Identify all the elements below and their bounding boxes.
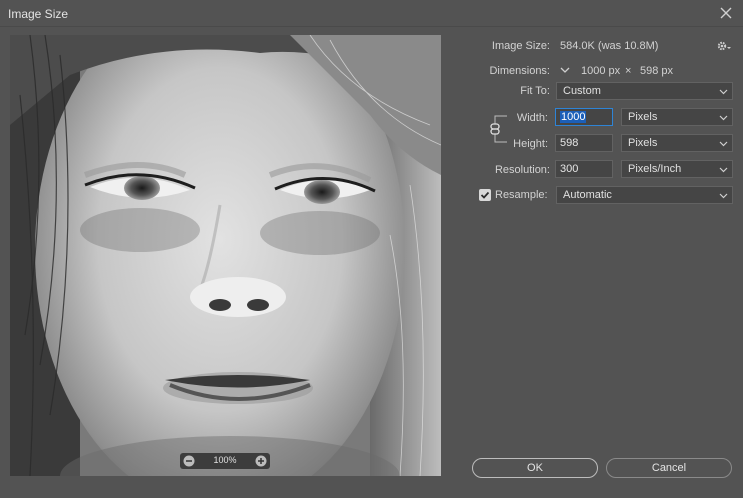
width-input[interactable]: 1000 [555, 108, 613, 126]
width-unit: Pixels [628, 111, 658, 123]
chevron-down-icon [719, 167, 728, 173]
title-bar: Image Size [0, 0, 743, 27]
zoom-in-icon[interactable] [255, 455, 267, 467]
dimensions-width: 1000 px [581, 65, 621, 77]
zoom-level: 100% [213, 455, 237, 465]
chevron-down-icon[interactable] [558, 63, 572, 77]
image-size-value: 584.0K (was 10.8M) [560, 40, 659, 52]
image-preview[interactable] [10, 35, 441, 476]
ok-button[interactable]: OK [472, 458, 598, 478]
checkmark-icon [480, 191, 490, 199]
close-icon[interactable] [717, 4, 735, 22]
resample-value: Automatic [563, 189, 612, 201]
zoom-control: 100% [180, 453, 270, 469]
cancel-button[interactable]: Cancel [606, 458, 732, 478]
gear-icon[interactable] [716, 40, 732, 52]
resolution-value: 300 [560, 163, 579, 175]
fit-to-label: Fit To: [520, 85, 550, 97]
chevron-down-icon [719, 193, 728, 199]
resample-select[interactable]: Automatic [556, 186, 733, 204]
height-unit-select[interactable]: Pixels [621, 134, 733, 152]
resolution-unit-select[interactable]: Pixels/Inch [621, 160, 733, 178]
fit-to-select[interactable]: Custom [556, 82, 733, 100]
resolution-input[interactable]: 300 [555, 160, 613, 178]
fit-to-value: Custom [563, 85, 601, 97]
zoom-out-icon[interactable] [183, 455, 195, 467]
image-size-label: Image Size: [491, 40, 550, 52]
width-unit-select[interactable]: Pixels [621, 108, 733, 126]
height-unit: Pixels [628, 137, 658, 149]
dimensions-times: × [625, 65, 632, 77]
dimensions-label: Dimensions: [489, 65, 550, 77]
window-title: Image Size [8, 7, 69, 21]
resolution-unit: Pixels/Inch [628, 163, 682, 175]
chevron-down-icon [719, 141, 728, 147]
portrait-photo [10, 35, 441, 476]
height-value: 598 [560, 137, 579, 149]
height-label: Height: [513, 138, 548, 150]
width-label: Width: [516, 112, 548, 124]
chevron-down-icon [719, 89, 728, 95]
chevron-down-icon [719, 115, 728, 121]
dimensions-height: 598 px [640, 65, 674, 77]
resolution-label: Resolution: [494, 164, 550, 176]
width-value: 1000 [560, 111, 587, 123]
resample-checkbox[interactable] [479, 189, 491, 201]
height-input[interactable]: 598 [555, 134, 613, 152]
resample-label: Resample: [495, 189, 548, 201]
